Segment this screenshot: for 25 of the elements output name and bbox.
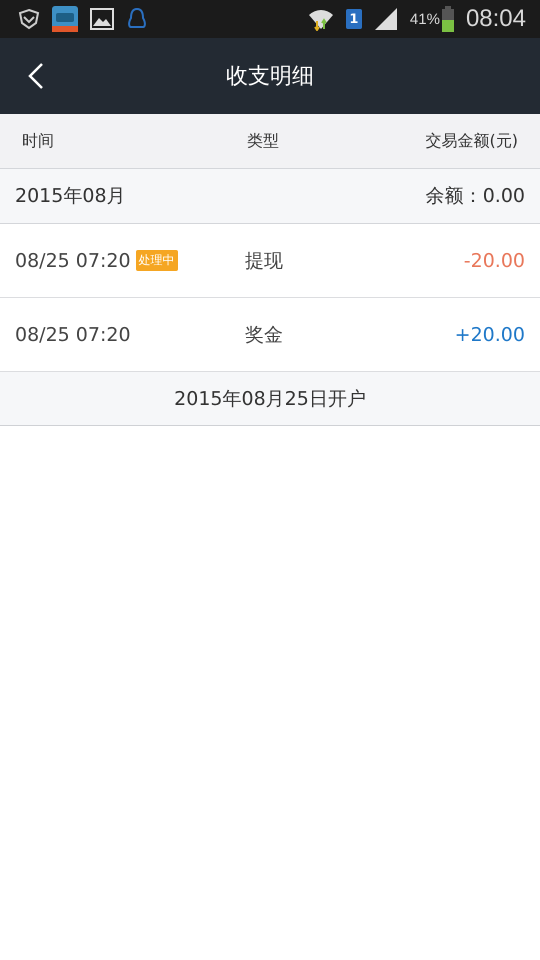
battery-icon (442, 6, 454, 32)
type-text: 提现 (245, 248, 284, 274)
column-header: 交易金额(元) (426, 130, 518, 152)
app-icon (52, 6, 78, 32)
image-icon (90, 8, 114, 30)
page-title: 收支明细 (226, 63, 314, 91)
type-text: 奖金 (245, 322, 284, 348)
amount-text: -20.00 (464, 250, 525, 272)
column-header: 时间 (22, 130, 55, 152)
account-opened-text: 2015年08月25日开户 (174, 386, 366, 412)
signal-icon (374, 8, 398, 30)
amount-text: +20.00 (454, 324, 525, 346)
back-icon[interactable] (28, 62, 44, 90)
sim-icon: 1 (346, 9, 362, 29)
clock: 08:04 (466, 5, 526, 33)
column-header: 类型 (247, 130, 280, 152)
battery-percent: 41% (410, 10, 440, 28)
penguin-icon (126, 7, 148, 31)
wifi-icon (308, 7, 334, 31)
time-text: 08/25 07:20 (15, 324, 131, 346)
shield-icon (18, 8, 40, 30)
balance-text: 余额：0.00 (426, 184, 525, 209)
time-text: 08/25 07:20 (15, 250, 131, 272)
status-badge: 处理中 (136, 250, 178, 271)
month-label: 2015年08月 (15, 184, 126, 209)
